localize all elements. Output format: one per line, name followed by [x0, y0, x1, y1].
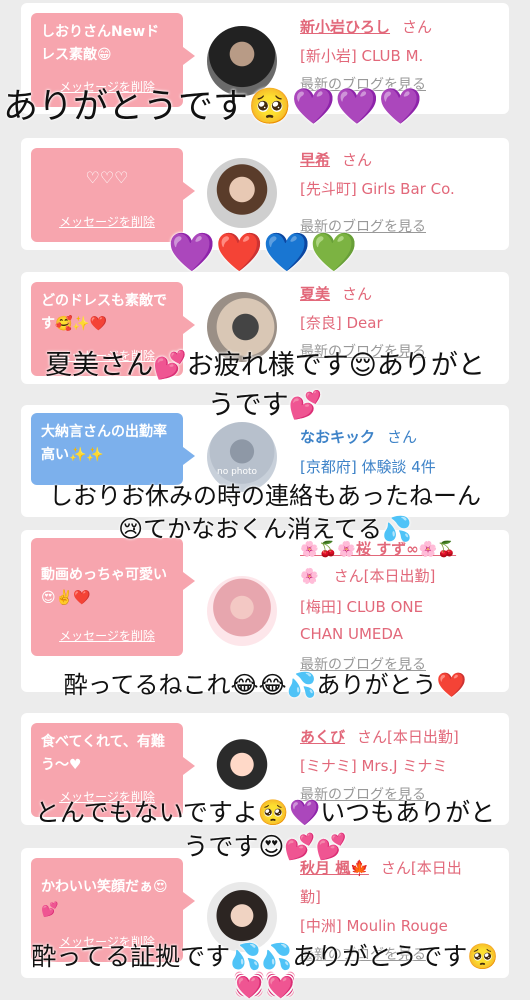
delete-message-link[interactable]: メッセージを削除 — [31, 625, 183, 648]
message-text: どのドレスも素敵です🥰✨❤️ — [41, 293, 167, 332]
avatar[interactable] — [207, 158, 277, 228]
message-bubble: 大納言さんの出勤率高い✨✨ — [31, 413, 195, 485]
message-text: 動画めっちゃ可愛い😍✌️❤️ — [41, 567, 167, 606]
honorific: 🌸 さん[本日出勤] — [300, 567, 436, 585]
sender-info: 早希 さん [先斗町] Girls Bar Co. 最新のブログを見る — [300, 146, 503, 242]
shop-link-line2[interactable]: CHAN UMEDA — [300, 621, 503, 648]
shop-link[interactable]: [奈良] Dear — [300, 309, 503, 338]
honorific-line2: 勤] — [300, 888, 321, 906]
shop-link[interactable]: [新小岩] CLUB M. — [300, 42, 503, 71]
honorific: さん[本日出勤] — [357, 728, 459, 746]
shop-link[interactable]: [先斗町] Girls Bar Co. — [300, 175, 503, 204]
shop-link[interactable]: [梅田] CLUB ONE — [300, 594, 503, 621]
overlay-caption: 夏美さん💕お疲れ様です😌ありがと — [45, 350, 485, 381]
message-text: 食べてくれて、有難う〜♥ — [41, 734, 165, 773]
avatar[interactable] — [207, 576, 277, 646]
message-text: かわいい笑顔だぁ😍💕 — [41, 879, 168, 918]
message-text: ♡♡♡ — [85, 168, 129, 187]
honorific: さん — [387, 428, 418, 446]
overlay-caption: ありがとうです🥺💜💜💜 — [3, 87, 423, 127]
message-bubble: ♡♡♡ メッセージを削除 — [31, 148, 195, 242]
sender-name-link[interactable]: あくび — [300, 728, 345, 746]
sender-info: 🌸🍒🌸桜 すず∞🌸🍒 🌸 さん[本日出勤] [梅田] CLUB ONE CHAN… — [300, 536, 503, 679]
overlay-hearts: 💜❤️💙💚 — [168, 230, 358, 274]
honorific: さん — [402, 18, 433, 36]
overlay-caption: うです😍💕💕 — [183, 832, 347, 861]
sender-name-link[interactable]: 新小岩ひろし — [300, 18, 390, 36]
overlay-caption: 酔ってるねこれ😂😂💦ありがとう❤️ — [63, 671, 467, 699]
overlay-caption: うです💕 — [207, 390, 323, 421]
sender-name-link[interactable]: なおキック — [300, 428, 375, 446]
sender-info: なおキック さん [京都府] 体験談 4件 — [300, 423, 503, 482]
overlay-hearts: 💓💓 — [233, 970, 297, 999]
overlay-caption: しおりお休みの時の連絡もあったねーん — [49, 482, 481, 510]
overlay-caption: 酔ってる証拠です💦💦ありがとうです🥺 — [31, 942, 499, 971]
sender-name-link[interactable]: 早希 — [300, 151, 330, 169]
shop-link[interactable]: [ミナミ] Mrs.J ミナミ — [300, 752, 503, 781]
overlay-caption: 😢てかなおくん消えてる💦 — [118, 515, 412, 543]
honorific: さん — [342, 151, 373, 169]
honorific: さん — [342, 285, 373, 303]
sender-name-link[interactable]: 夏美 — [300, 285, 330, 303]
message-text: しおりさんNewドレス素敵😁 — [41, 24, 160, 63]
message-text: 大納言さんの出勤率高い✨✨ — [41, 424, 167, 463]
overlay-caption: とんでもないですよ🥺💜いつもありがと — [34, 798, 496, 827]
message-bubble: 動画めっちゃ可愛い😍✌️❤️ メッセージを削除 — [31, 538, 195, 656]
